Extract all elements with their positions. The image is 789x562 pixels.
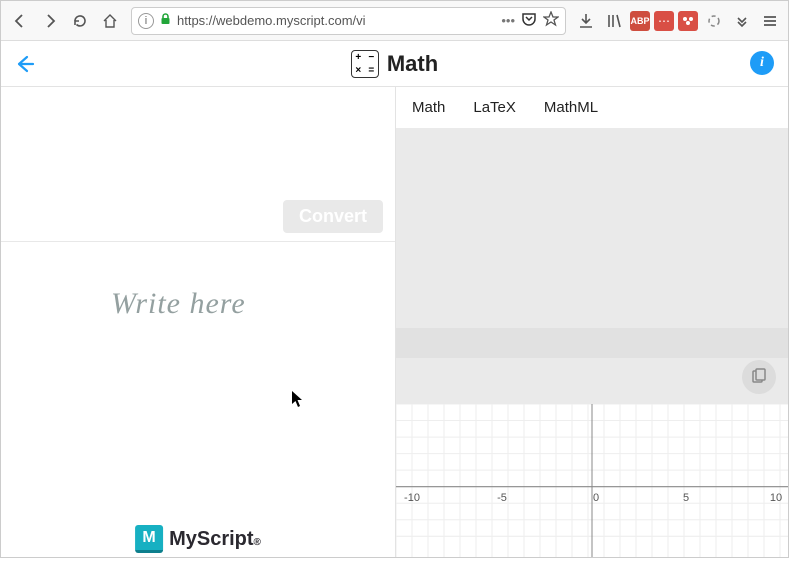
cursor-icon (291, 390, 305, 413)
page-title: Math (387, 51, 438, 77)
mendeley-icon[interactable] (678, 11, 698, 31)
tab-mathml[interactable]: MathML (544, 99, 598, 116)
app-header: +−×= Math i (1, 41, 788, 87)
url-bar[interactable]: i https://webdemo.myscript.com/vi ••• (131, 7, 566, 35)
nav-forward-button[interactable] (37, 8, 63, 34)
url-ellipsis: ••• (501, 13, 515, 28)
x-tick: 10 (770, 492, 782, 504)
info-button[interactable]: i (750, 51, 774, 75)
output-divider (396, 328, 788, 358)
graph-panel[interactable]: -10 -5 0 5 10 (396, 404, 788, 557)
brand-name: MyScript (169, 528, 253, 550)
placeholder-text: Write here (111, 287, 246, 321)
handwriting-area[interactable]: Write here M MyScript® (1, 242, 395, 557)
hamburger-menu-icon[interactable] (758, 9, 782, 33)
graph-grid: -10 -5 0 5 10 (396, 404, 788, 557)
pocket-icon[interactable] (521, 11, 537, 30)
adblock-icon[interactable]: ABP (630, 11, 650, 31)
convert-toolbar: Convert (1, 87, 395, 242)
bookmark-star-icon[interactable] (543, 11, 559, 30)
browser-toolbar: i https://webdemo.myscript.com/vi ••• AB… (1, 1, 788, 41)
overflow-icon[interactable] (730, 9, 754, 33)
copy-button[interactable] (742, 360, 776, 394)
brand-logo-wrap: M MyScript® (135, 525, 261, 553)
x-tick: -10 (404, 492, 420, 504)
sync-icon[interactable] (702, 9, 726, 33)
tab-latex[interactable]: LaTeX (473, 99, 516, 116)
brand-logo-icon: M (135, 525, 163, 553)
reload-button[interactable] (67, 8, 93, 34)
downloads-icon[interactable] (574, 9, 598, 33)
lock-icon (160, 13, 171, 28)
x-tick: -5 (497, 492, 507, 504)
convert-button[interactable]: Convert (283, 200, 383, 233)
nav-back-button[interactable] (7, 8, 33, 34)
app-back-button[interactable] (1, 41, 47, 87)
extension-icon-1[interactable]: ⋯ (654, 11, 674, 31)
tab-math[interactable]: Math (412, 99, 445, 116)
site-info-icon[interactable]: i (138, 13, 154, 29)
output-tabs: Math LaTeX MathML (396, 87, 788, 128)
x-tick: 0 (593, 492, 599, 504)
output-panel (396, 128, 788, 404)
library-icon[interactable] (602, 9, 626, 33)
x-tick: 5 (683, 492, 689, 504)
left-pane: Convert Write here M MyScript® (1, 87, 396, 557)
app-body: Convert Write here M MyScript® Math LaTe… (1, 87, 788, 557)
home-button[interactable] (97, 8, 123, 34)
right-pane: Math LaTeX MathML (396, 87, 788, 557)
url-text: https://webdemo.myscript.com/vi (177, 13, 495, 28)
math-app-icon: +−×= (351, 50, 379, 78)
